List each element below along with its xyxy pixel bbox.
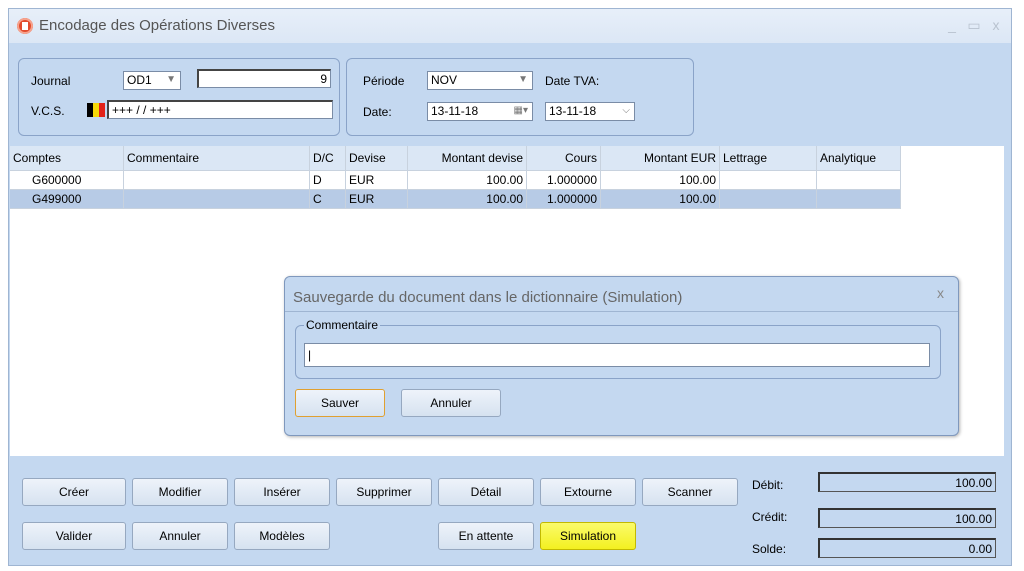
periode-label: Période bbox=[363, 74, 405, 88]
journal-number-field[interactable]: 9 bbox=[197, 69, 331, 88]
cell-lettrage[interactable] bbox=[719, 189, 817, 209]
title-bar: Encodage des Opérations Diverses _ ▭ x bbox=[9, 9, 1011, 43]
delete-button[interactable]: Supprimer bbox=[336, 478, 432, 506]
cell-dc[interactable]: C bbox=[309, 189, 346, 209]
cell-comptes[interactable]: G600000 bbox=[10, 170, 124, 190]
cell-montant-eur[interactable]: 100.00 bbox=[600, 170, 720, 190]
minimize-button[interactable]: _ bbox=[943, 17, 961, 33]
date-value: 13-11-18 bbox=[431, 104, 479, 118]
cell-devise[interactable]: EUR bbox=[345, 170, 408, 190]
cancel-dialog-button[interactable]: Annuler bbox=[401, 389, 501, 417]
cell-montant-devise[interactable]: 100.00 bbox=[407, 170, 527, 190]
chevron-down-icon: ⌵ bbox=[622, 105, 630, 116]
cell-lettrage[interactable] bbox=[719, 170, 817, 190]
create-button[interactable]: Créer bbox=[22, 478, 126, 506]
period-box: Période NOV ▼ Date TVA: Date: 13-11-18 ▦… bbox=[346, 58, 694, 136]
dialog-close-button[interactable]: x bbox=[937, 285, 944, 301]
simulation-button[interactable]: Simulation bbox=[540, 522, 636, 550]
extourne-button[interactable]: Extourne bbox=[540, 478, 636, 506]
table-row[interactable]: G499000 C EUR 100.00 1.000000 100.00 bbox=[10, 189, 901, 209]
debit-label: Débit: bbox=[752, 478, 784, 492]
detail-button[interactable]: Détail bbox=[438, 478, 534, 506]
cell-montant-devise[interactable]: 100.00 bbox=[407, 189, 527, 209]
validate-button[interactable]: Valider bbox=[22, 522, 126, 550]
solde-label: Solde: bbox=[752, 542, 787, 556]
cell-comptes[interactable]: G499000 bbox=[10, 189, 124, 209]
text-cursor: | bbox=[308, 348, 312, 362]
belgium-flag-icon bbox=[87, 103, 105, 117]
comment-input[interactable]: | bbox=[304, 343, 930, 367]
insert-button[interactable]: Insérer bbox=[234, 478, 330, 506]
close-button[interactable]: x bbox=[987, 17, 1005, 33]
save-dialog: Sauvegarde du document dans le dictionna… bbox=[284, 276, 959, 436]
maximize-button[interactable]: ▭ bbox=[965, 17, 983, 33]
pending-button[interactable]: En attente bbox=[438, 522, 534, 550]
cell-montant-eur[interactable]: 100.00 bbox=[600, 189, 720, 209]
comment-group-label: Commentaire bbox=[304, 318, 381, 332]
credit-value: 100.00 bbox=[818, 508, 996, 528]
cell-devise[interactable]: EUR bbox=[345, 189, 408, 209]
table-row[interactable]: G600000 D EUR 100.00 1.000000 100.00 bbox=[10, 170, 901, 190]
debit-value: 100.00 bbox=[818, 472, 996, 492]
journal-box: Journal OD1 ▼ 9 V.C.S. +++ / / +++ bbox=[18, 58, 340, 136]
cell-analytique[interactable] bbox=[816, 170, 901, 190]
column-header-comptes[interactable]: Comptes bbox=[10, 146, 124, 171]
comment-group: Commentaire | bbox=[295, 318, 941, 379]
scanner-button[interactable]: Scanner bbox=[642, 478, 738, 506]
table-header-row: Comptes Commentaire D/C Devise Montant d… bbox=[10, 146, 901, 171]
chevron-down-icon: ▼ bbox=[518, 74, 528, 85]
solde-value: 0.00 bbox=[818, 538, 996, 558]
calendar-icon[interactable]: ▦▾ bbox=[514, 103, 528, 119]
date-tva-select[interactable]: 13-11-18 ⌵ bbox=[545, 102, 635, 121]
column-header-analytique[interactable]: Analytique bbox=[816, 146, 901, 171]
dialog-title: Sauvegarde du document dans le dictionna… bbox=[293, 289, 683, 306]
journal-label: Journal bbox=[31, 74, 71, 88]
date-picker[interactable]: 13-11-18 ▦▾ bbox=[427, 102, 533, 121]
cell-analytique[interactable] bbox=[816, 189, 901, 209]
column-header-devise[interactable]: Devise bbox=[345, 146, 408, 171]
cell-dc[interactable]: D bbox=[309, 170, 346, 190]
dialog-divider bbox=[285, 311, 958, 312]
cell-commentaire[interactable] bbox=[123, 189, 310, 209]
column-header-montant-devise[interactable]: Montant devise bbox=[407, 146, 527, 171]
vcs-field[interactable]: +++ / / +++ bbox=[107, 100, 333, 119]
cell-cours[interactable]: 1.000000 bbox=[526, 189, 601, 209]
date-tva-value: 13-11-18 bbox=[549, 104, 597, 118]
credit-label: Crédit: bbox=[752, 510, 788, 524]
periode-value: NOV bbox=[431, 73, 458, 87]
journal-code-value: OD1 bbox=[127, 73, 152, 87]
modify-button[interactable]: Modifier bbox=[132, 478, 228, 506]
journal-code-select[interactable]: OD1 ▼ bbox=[123, 71, 181, 90]
app-icon bbox=[17, 18, 33, 34]
periode-select[interactable]: NOV ▼ bbox=[427, 71, 533, 90]
column-header-lettrage[interactable]: Lettrage bbox=[719, 146, 817, 171]
chevron-down-icon: ▼ bbox=[166, 74, 176, 85]
templates-button[interactable]: Modèles bbox=[234, 522, 330, 550]
cell-commentaire[interactable] bbox=[123, 170, 310, 190]
date-label: Date: bbox=[363, 105, 392, 119]
column-header-montant-eur[interactable]: Montant EUR bbox=[600, 146, 720, 171]
entries-table: Comptes Commentaire D/C Devise Montant d… bbox=[10, 146, 901, 209]
cancel-button[interactable]: Annuler bbox=[132, 522, 228, 550]
window-title: Encodage des Opérations Diverses bbox=[39, 17, 275, 34]
cell-cours[interactable]: 1.000000 bbox=[526, 170, 601, 190]
column-header-dc[interactable]: D/C bbox=[309, 146, 346, 171]
date-tva-label: Date TVA: bbox=[545, 74, 600, 88]
vcs-label: V.C.S. bbox=[31, 104, 65, 118]
column-header-commentaire[interactable]: Commentaire bbox=[123, 146, 310, 171]
save-button[interactable]: Sauver bbox=[295, 389, 385, 417]
column-header-cours[interactable]: Cours bbox=[526, 146, 601, 171]
